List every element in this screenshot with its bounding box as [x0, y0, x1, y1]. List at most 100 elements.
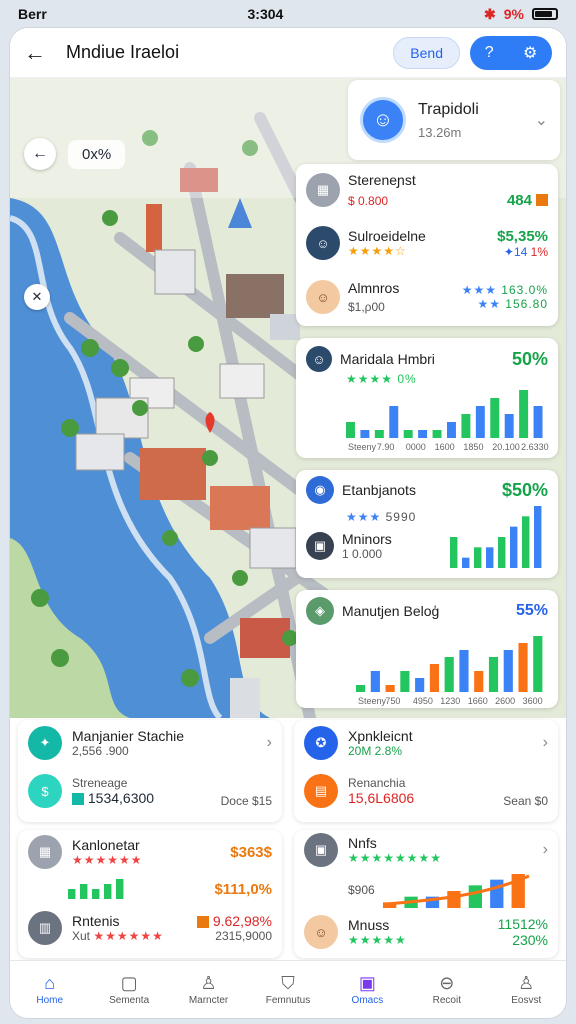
chart-pct: 50%	[511, 348, 548, 369]
tick-label: 4950	[413, 696, 433, 706]
shield-icon: ⛉	[281, 973, 295, 993]
item-sub: ✦14	[503, 244, 528, 259]
item-label: Sulroeidelne	[348, 228, 426, 244]
bar	[503, 650, 513, 692]
toolbar-actions[interactable]: ? ⚙	[470, 35, 552, 70]
bar	[356, 685, 366, 692]
chevron-down-icon[interactable]: ⌄	[535, 110, 548, 130]
orange-chip	[536, 194, 548, 206]
building-icon: ▦	[306, 173, 340, 207]
person-avatar-icon: ☺	[306, 226, 340, 260]
bar	[444, 657, 454, 692]
bar	[400, 671, 410, 692]
chevron-right-icon[interactable]: ›	[267, 734, 272, 752]
bar	[488, 657, 499, 692]
bar	[504, 414, 514, 438]
item-value-2: 156.80	[505, 297, 548, 311]
card-value-2: $111,0%	[214, 880, 272, 898]
send-button[interactable]: Bend	[393, 36, 460, 69]
tick-label: 1230	[440, 696, 460, 706]
item-value: 1534,6300	[87, 790, 155, 806]
rating-stars: ★★★★★★★★	[348, 851, 443, 865]
status-bar: Berr 3:304 ✱ 9%	[0, 0, 576, 28]
bar-chart: Steeny 7.90 0000 1600 1850 20.100 2.6330	[346, 390, 549, 452]
card-title: Kanlonetar	[72, 837, 140, 853]
bar	[490, 398, 500, 438]
app-icon: ▤	[304, 774, 338, 808]
card-stars-value: $906	[348, 883, 375, 897]
avatar: ☺	[360, 97, 406, 143]
device-frame: Berr 3:304 ✱ 9% ← Mndiue Iraeloi Bend ? …	[0, 0, 576, 1024]
rating-stars-2: ★★ 156.80	[477, 297, 548, 311]
minus-circle-icon: ⊖	[439, 973, 455, 993]
item-value-2: 230%	[512, 932, 548, 948]
building-icon: ▦	[28, 835, 62, 869]
nav-item-3[interactable]: ♙ Marncter	[179, 973, 239, 1006]
rating-stars: ★★★★★★	[72, 853, 143, 867]
summary-card-4[interactable]: ▣ Nnfs ★★★★★★★★ › $906 ☺ Mnuss ★★★★★ 115…	[294, 830, 558, 958]
card-value: $363$	[230, 843, 272, 861]
nav-item-2[interactable]: ▢ Sementa	[99, 973, 159, 1006]
chat-icon: ▣	[358, 973, 376, 993]
summary-card-1[interactable]: ✦ Manjanier Stachie 2,556 .900 › $ Stren…	[18, 720, 282, 822]
item-label: Mnuss	[348, 917, 390, 933]
bar	[474, 671, 484, 692]
bar	[518, 643, 528, 692]
nav-item-5[interactable]: ▣ Omacs	[337, 973, 397, 1006]
chevron-right-icon[interactable]: ›	[543, 734, 548, 752]
profile-card[interactable]: ☺ Trapidoli 13.26m ⌄	[348, 80, 560, 160]
bar	[116, 879, 124, 899]
item-value-2: 2315,9000	[215, 929, 272, 943]
person-avatar-icon: ☺	[306, 346, 332, 372]
item-value: 163.0%	[501, 283, 548, 297]
help-icon[interactable]: ?	[485, 44, 494, 62]
chevron-right-icon[interactable]: ›	[543, 841, 548, 859]
bar	[360, 430, 370, 438]
chart-card-1[interactable]: ☺ Maridala Hmbri 50% ★★★★ 0% Steeny 7.90 0…	[296, 338, 558, 458]
app-window: ← Mndiue Iraeloi Bend ? ⚙ ← 0x% ✕ ☺ Trap…	[10, 28, 566, 1018]
bar	[346, 422, 355, 438]
stats-list-card[interactable]: ▦ Stereneɲst $ 0.800 484 ☺ Sulroeidelne …	[296, 164, 558, 326]
device-icon: ▣	[304, 833, 338, 867]
card-sub: 20M 2.8%	[348, 744, 403, 758]
tick-label: Steeny	[358, 696, 387, 706]
building-icon: ▥	[28, 911, 62, 945]
close-icon[interactable]: ✕	[24, 284, 50, 310]
summary-card-2[interactable]: ✪ Xpnkleicnt 20M 2.8% › ▤ Renanchia 15,6…	[294, 720, 558, 822]
nav-item-7[interactable]: ♙ Eosvst	[496, 973, 556, 1006]
back-arrow-icon[interactable]: ←	[24, 40, 54, 66]
bar	[462, 557, 470, 568]
item-label: Rntenis	[72, 913, 120, 929]
bar	[374, 430, 384, 438]
nav-item-6[interactable]: ⊖ Recoit	[417, 973, 477, 1006]
mini-bar-chart	[68, 879, 124, 899]
item-tag: Sean $0	[503, 794, 548, 808]
item-sub: 1 0.000	[342, 547, 383, 561]
chart-pct: 55%	[515, 602, 548, 619]
item-tag: Doce $15	[220, 794, 272, 808]
bar	[80, 884, 88, 899]
profile-sub: 13.26m	[418, 124, 462, 140]
bar	[468, 885, 482, 908]
item-value: 11512%	[497, 916, 548, 932]
nav-item-4[interactable]: ⛉ Femnutus	[258, 973, 318, 1006]
bar	[519, 390, 529, 438]
stats-title-value: 484	[506, 191, 532, 209]
bar	[385, 685, 395, 692]
summary-card-3[interactable]: ▦ Kanlonetar ★★★★★★ $363$ $111,0% ▥ Rnte…	[18, 830, 282, 958]
item-value: 9.62,98%	[212, 913, 272, 929]
rating-stars: ★★★ 163.0%	[461, 283, 548, 297]
bar	[447, 422, 456, 438]
bar	[498, 537, 506, 568]
bar	[533, 636, 543, 692]
bar	[415, 678, 425, 692]
bar	[389, 406, 399, 438]
bar	[68, 889, 76, 899]
map-back-icon[interactable]: ←	[24, 138, 56, 170]
chart-card-3[interactable]: ◈ Manutjen Beloģ 55% Steeny 750 4950 1230 16…	[296, 590, 558, 708]
nav-home[interactable]: ⌂ Home	[20, 973, 80, 1006]
settings-icon[interactable]: ⚙	[523, 43, 537, 63]
chart-card-2[interactable]: ◉ Etanbjanots $50% ★★★ 5990 ▣ Mninors 1 …	[296, 470, 558, 578]
home-icon: ⌂	[44, 973, 56, 993]
battery-percent: 9%	[503, 6, 524, 22]
